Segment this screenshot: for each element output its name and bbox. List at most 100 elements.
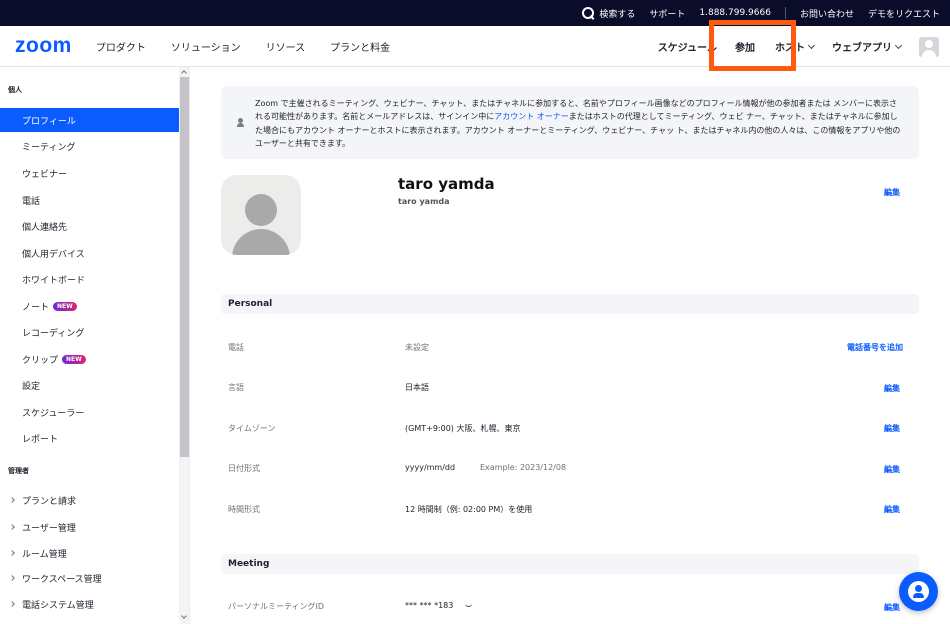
sidebar-item-workspace-management[interactable]: ワークスペース管理 (0, 566, 179, 590)
sidebar-item-clips[interactable]: クリップ NEW (0, 347, 179, 371)
date-format-label: 日付形式 (228, 464, 260, 473)
profile-edit-link[interactable]: 編集 (884, 187, 900, 198)
time-format-label: 時間形式 (228, 505, 260, 514)
contact-link[interactable]: お問い合わせ (800, 7, 854, 20)
sidebar-item-label: 個人用デバイス (22, 249, 85, 260)
sidebar-item-label: 電話 (22, 196, 41, 207)
sidebar-item-label: ホワイトボード (22, 275, 86, 286)
sidebar-item-profile[interactable]: プロフィール (0, 108, 179, 132)
sidebar-item-label: ユーザー管理 (22, 523, 76, 534)
nav-web-app[interactable]: ウェブアプリ (832, 39, 903, 54)
show-id-icon[interactable] (465, 603, 472, 607)
timezone-value: (GMT+9:00) 大阪、札幌、東京 (405, 424, 521, 433)
sidebar-item-label: 電話システム管理 (22, 600, 94, 611)
sidebar-section-personal: 個人 (8, 86, 22, 94)
new-badge: NEW (53, 301, 77, 311)
demo-link[interactable]: デモをリクエスト (868, 7, 940, 20)
sidebar-item-scheduler[interactable]: スケジューラー (0, 400, 179, 424)
sidebar-item-whiteboards[interactable]: ホワイトボード (0, 267, 179, 291)
avatar-head (245, 194, 277, 226)
sidebar-item-label: ワークスペース管理 (22, 574, 102, 585)
sidebar-item-user-management[interactable]: ユーザー管理 (0, 515, 179, 539)
support-chat-button[interactable] (899, 572, 938, 611)
sidebar-item-label: ノート (22, 302, 50, 313)
zoom-logo[interactable]: zoom (15, 34, 72, 58)
nav-left-menu: プロダクト ソリューション リソース プランと料金 (96, 39, 415, 54)
main-nav: zoom プロダクト ソリューション リソース プランと料金 スケジュール 参加… (0, 26, 950, 67)
sidebar-item-plans[interactable]: プランと請求 (0, 488, 179, 512)
chevron-right-icon (9, 575, 15, 581)
sidebar-scrollbar[interactable] (179, 67, 189, 624)
sidebar-item-phone[interactable]: 電話 (0, 188, 179, 212)
search-label: 検索する (599, 9, 636, 20)
sidebar-item-settings[interactable]: 設定 (0, 373, 179, 397)
chevron-right-icon (9, 601, 15, 607)
language-edit-link[interactable]: 編集 (884, 383, 900, 394)
chevron-right-icon (9, 550, 15, 556)
sidebar-item-label: ミーティング (22, 142, 76, 153)
nav-pricing[interactable]: プランと料金 (330, 39, 390, 54)
sub-name: taro yamda (398, 197, 450, 206)
sidebar-item-recordings[interactable]: レコーディング (0, 320, 179, 344)
timezone-edit-link[interactable]: 編集 (884, 423, 900, 434)
sidebar-item-label: 個人連絡先 (22, 222, 68, 233)
pmi-edit-link[interactable]: 編集 (884, 602, 900, 613)
notice-text: Zoom で主催されるミーティング、ウェビナー、チャット、またはチャネルに参加す… (255, 97, 905, 150)
account-owner-link[interactable]: アカウント オーナー (494, 112, 569, 121)
sidebar-item-room-management[interactable]: ルーム管理 (0, 541, 179, 565)
phone-value: 未設定 (405, 343, 429, 352)
chevron-right-icon (9, 497, 15, 503)
sidebar-item-label: プロフィール (22, 116, 76, 127)
timezone-label: タイムゾーン (228, 424, 276, 433)
date-format-example: Example: 2023/12/08 (480, 463, 567, 472)
nav-web-app-label: ウェブアプリ (832, 43, 892, 54)
profile-picture[interactable] (221, 175, 301, 255)
sidebar-item-reports[interactable]: レポート (0, 426, 179, 450)
support-agent-icon (908, 581, 929, 602)
pmi-value: *** *** *183 (405, 601, 454, 610)
pmi-label: パーソナルミーティングID (228, 602, 325, 611)
sidebar-section-admin: 管理者 (8, 467, 29, 475)
scroll-down-icon[interactable] (181, 613, 187, 619)
scroll-thumb[interactable] (180, 77, 189, 457)
sidebar-item-devices[interactable]: 個人用デバイス (0, 241, 179, 265)
chevron-right-icon (9, 524, 15, 530)
search-button[interactable]: 検索する (582, 6, 636, 20)
user-info-icon (237, 118, 246, 127)
language-value: 日本語 (405, 383, 429, 392)
sidebar-item-label: スケジューラー (22, 408, 85, 419)
nav-right-menu: スケジュール 参加 ホスト ウェブアプリ (658, 26, 950, 67)
divider (784, 7, 786, 19)
chevron-down-icon (807, 41, 816, 49)
scroll-up-icon[interactable] (181, 70, 187, 76)
time-format-value: 12 時間制（例: 02:00 PM）を使用 (405, 505, 533, 514)
sidebar-item-contacts[interactable]: 個人連絡先 (0, 214, 179, 238)
search-icon (582, 6, 595, 20)
sidebar-item-notes[interactable]: ノート NEW (0, 294, 179, 318)
add-phone-link[interactable]: 電話番号を追加 (847, 342, 903, 353)
sidebar-item-meetings[interactable]: ミーティング (0, 134, 179, 158)
sidebar-item-webinars[interactable]: ウェビナー (0, 161, 179, 185)
sidebar-item-label: クリップ (22, 355, 59, 366)
new-badge: NEW (62, 354, 86, 364)
language-label: 言語 (228, 383, 244, 392)
sidebar-item-phone-system[interactable]: 電話システム管理 (0, 592, 179, 616)
privacy-notice: Zoom で主催されるミーティング、ウェビナー、チャット、またはチャネルに参加す… (221, 86, 919, 159)
phone-link[interactable]: 1.888.799.9666 (699, 8, 771, 18)
date-format-edit-link[interactable]: 編集 (884, 464, 900, 475)
phone-label: 電話 (228, 343, 244, 352)
avatar-body (232, 229, 290, 255)
support-link[interactable]: サポート (649, 7, 685, 20)
sidebar-item-label: レポート (22, 434, 59, 445)
sidebar: 個人 プロフィール ミーティング ウェビナー 電話 個人連絡先 個人用デバイス … (0, 67, 190, 624)
join-highlight-box (709, 20, 796, 71)
sidebar-item-label: 設定 (22, 381, 41, 392)
user-avatar[interactable] (919, 36, 939, 57)
time-format-edit-link[interactable]: 編集 (884, 504, 900, 515)
sidebar-item-label: レコーディング (22, 328, 85, 339)
sidebar-item-label: ウェビナー (22, 169, 68, 180)
sidebar-item-label: プランと請求 (22, 496, 77, 507)
nav-resources[interactable]: リソース (266, 39, 306, 54)
nav-products[interactable]: プロダクト (96, 39, 146, 54)
nav-solutions[interactable]: ソリューション (171, 39, 241, 54)
